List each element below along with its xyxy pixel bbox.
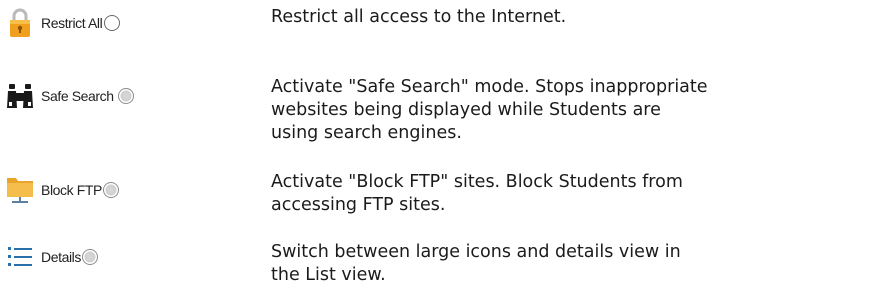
description-line: Switch between large icons and details v… [271, 242, 681, 262]
details-description: Switch between large icons and details v… [271, 241, 881, 287]
list-details-icon [6, 241, 34, 273]
safe-search-control[interactable]: Safe Search [6, 76, 134, 116]
details-control[interactable]: Details [6, 237, 98, 277]
details-label: Details [41, 249, 81, 265]
description-line: Restrict all access to the Internet. [271, 7, 567, 27]
restrict-all-description: Restrict all access to the Internet. [271, 6, 881, 29]
ftp-folder-icon [6, 174, 34, 206]
binoculars-icon [6, 80, 34, 112]
block-ftp-control[interactable]: Block FTP [6, 170, 119, 210]
block-ftp-label: Block FTP [41, 182, 102, 198]
block-ftp-description: Activate "Block FTP" sites. Block Studen… [271, 171, 881, 217]
description-line: Activate "Block FTP" sites. Block Studen… [271, 172, 683, 192]
block-ftp-radio[interactable] [102, 182, 119, 198]
restrict-all-control[interactable]: Restrict All [6, 3, 121, 43]
details-radio[interactable] [82, 249, 98, 265]
padlock-icon [6, 7, 34, 39]
restrict-all-radio[interactable] [104, 15, 121, 31]
safe-search-radio[interactable] [117, 88, 134, 104]
description-line: the List view. [271, 265, 386, 285]
safe-search-description: Activate "Safe Search" mode. Stops inapp… [271, 76, 881, 145]
description-line: accessing FTP sites. [271, 195, 446, 215]
safe-search-label: Safe Search [41, 88, 114, 104]
description-line: Activate "Safe Search" mode. Stops inapp… [271, 77, 708, 97]
restrict-all-label: Restrict All [41, 15, 103, 31]
description-line: websites being displayed while Students … [271, 100, 661, 120]
description-line: using search engines. [271, 123, 462, 143]
